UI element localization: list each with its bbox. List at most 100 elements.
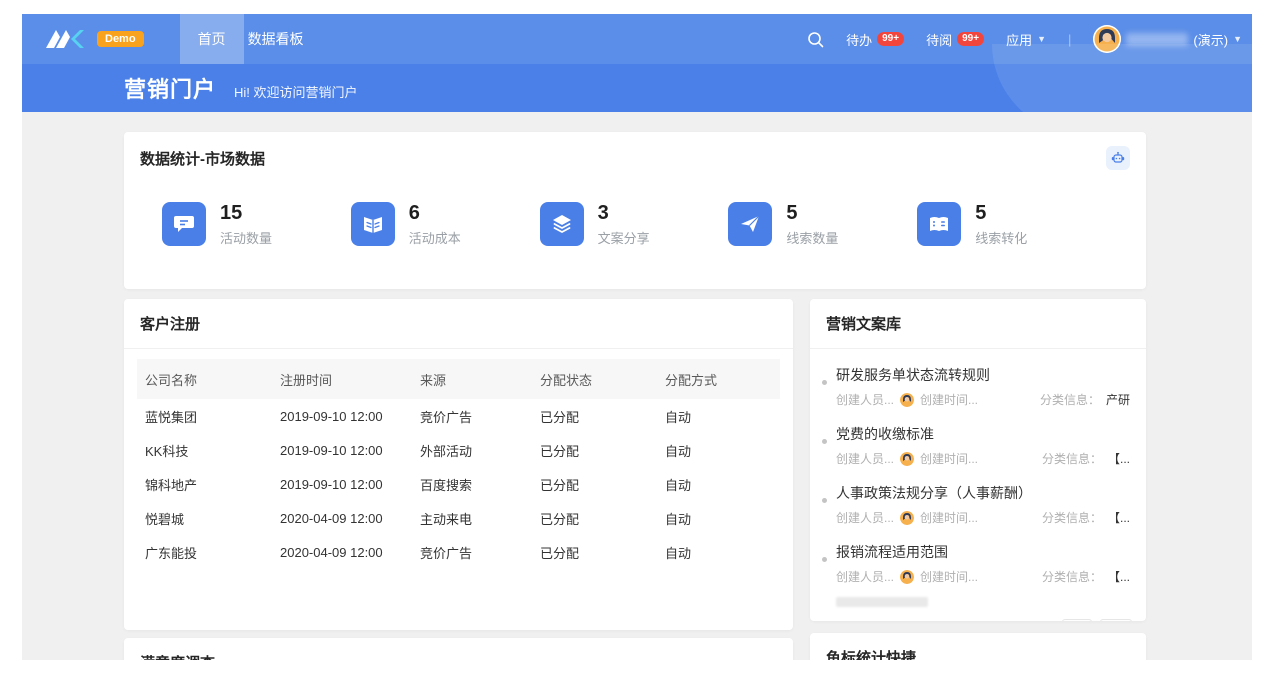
stat-copy-share[interactable]: 3 文案分享 (540, 202, 729, 247)
library-list: 研发服务单状态流转规则 创建人员... 创建时间... 分类信息： 产研 (810, 349, 1146, 607)
time-label: 创建时间... (920, 450, 978, 467)
user-demo-suffix: (演示) (1193, 30, 1228, 49)
tab-home[interactable]: 首页 (180, 14, 244, 64)
time-label: 创建时间... (920, 509, 978, 526)
library-item-meta: 创建人员... 创建时间... 分类信息： 【... (836, 450, 1130, 467)
table-row[interactable]: 广东能投 2020-04-09 12:00 竞价广告 已分配 自动 (137, 535, 780, 569)
list-item[interactable]: 报销流程适用范围 创建人员... 创建时间... 分类信息： 【... (822, 536, 1130, 595)
table-row[interactable]: KK科技 2019-09-10 12:00 外部活动 已分配 自动 (137, 433, 780, 467)
hero-banner: 营销门户 Hi! 欢迎访问营销门户 (22, 64, 1252, 112)
creator-avatar-icon (900, 570, 914, 584)
chevron-down-icon: ▼ (1037, 34, 1046, 44)
creator-label: 创建人员... (836, 509, 894, 526)
apps-label: 应用 (1006, 30, 1032, 49)
user-name-blurred (1126, 33, 1188, 46)
customer-card-header: 客户注册 (124, 299, 793, 349)
bullet-dot-icon (822, 439, 827, 444)
app-window: Demo 首页 数据看板 待办 99+ 待阅 99+ 应用 ▼ (0, 0, 1274, 660)
cell-company: 蓝悦集团 (137, 399, 272, 433)
todo-link[interactable]: 待办 99+ (846, 30, 904, 49)
stat-label: 活动成本 (409, 228, 461, 247)
stats-card-header: 数据统计-市场数据 (124, 132, 1146, 184)
robot-icon[interactable] (1106, 146, 1130, 170)
logo[interactable]: Demo (22, 28, 180, 50)
comment-icon (162, 202, 206, 246)
stat-activity-count[interactable]: 15 活动数量 (162, 202, 351, 247)
cell-method: 自动 (657, 399, 780, 433)
page-title: 营销门户 (124, 72, 216, 104)
stat-activity-cost[interactable]: 6 活动成本 (351, 202, 540, 247)
stat-value: 6 (409, 202, 461, 224)
cell-source: 竞价广告 (412, 535, 532, 569)
add-button[interactable]: + (1062, 619, 1092, 621)
todo-label: 待办 (846, 30, 872, 49)
list-item[interactable]: 人事政策法规分享（人事薪酬） 创建人员... 创建时间... 分类信息： 【..… (822, 477, 1130, 536)
col-register-time: 注册时间 (272, 359, 412, 399)
to-read-label: 待阅 (926, 30, 952, 49)
stat-lead-conversion[interactable]: 5 线索转化 (917, 202, 1106, 247)
creator-avatar-icon (900, 393, 914, 407)
bullet-dot-icon (822, 557, 827, 562)
col-assign-method: 分配方式 (657, 359, 780, 399)
library-item-title: 研发服务单状态流转规则 (836, 365, 1130, 385)
bullet-dot-icon (822, 380, 827, 385)
stat-value: 3 (598, 202, 650, 224)
cell-time: 2019-09-10 12:00 (272, 433, 412, 467)
satisfaction-card-header: 满意度调查 (124, 638, 793, 660)
creator-avatar-icon (900, 511, 914, 525)
stat-label: 文案分享 (598, 228, 650, 247)
nav-divider: | (1068, 32, 1071, 47)
table-row[interactable]: 蓝悦集团 2019-09-10 12:00 竞价广告 已分配 自动 (137, 399, 780, 433)
apps-dropdown[interactable]: 应用 ▼ (1006, 30, 1046, 49)
bullet-dot-icon (822, 498, 827, 503)
cell-method: 自动 (657, 433, 780, 467)
book-icon (351, 202, 395, 246)
truncated-item-placeholder (836, 597, 928, 607)
contact-book-icon (917, 202, 961, 246)
tab-data-dashboard[interactable]: 数据看板 (244, 14, 308, 64)
list-item[interactable]: 研发服务单状态流转规则 创建人员... 创建时间... 分类信息： 产研 (822, 359, 1130, 418)
demo-badge: Demo (97, 31, 144, 47)
cell-time: 2019-09-10 12:00 (272, 399, 412, 433)
category-value: 【... (1108, 450, 1130, 467)
cell-source: 主动来电 (412, 501, 532, 535)
category-value: 【... (1108, 568, 1130, 585)
cell-method: 自动 (657, 535, 780, 569)
mk-logo-icon (44, 28, 90, 50)
library-item-title: 党费的收缴标准 (836, 424, 1130, 444)
stats-card: 数据统计-市场数据 (124, 132, 1146, 289)
to-read-link[interactable]: 待阅 99+ (926, 30, 984, 49)
cell-time: 2020-04-09 12:00 (272, 501, 412, 535)
cell-company: KK科技 (137, 433, 272, 467)
user-chevron-down-icon: ▼ (1233, 34, 1242, 44)
send-icon (728, 202, 772, 246)
library-actions: + ··· (810, 615, 1146, 621)
time-label: 创建时间... (920, 391, 978, 408)
user-menu[interactable]: (演示) ▼ (1093, 25, 1242, 53)
list-item[interactable]: 党费的收缴标准 创建人员... 创建时间... 分类信息： 【... (822, 418, 1130, 477)
portal-content: 数据统计-市场数据 (22, 112, 1252, 660)
cell-company: 悦碧城 (137, 501, 272, 535)
table-row[interactable]: 悦碧城 2020-04-09 12:00 主动来电 已分配 自动 (137, 501, 780, 535)
cell-time: 2019-09-10 12:00 (272, 467, 412, 501)
stat-label: 线索数量 (786, 228, 838, 247)
col-assign-status: 分配状态 (532, 359, 657, 399)
stat-label: 活动数量 (220, 228, 272, 247)
table-row[interactable]: 锦科地产 2019-09-10 12:00 百度搜索 已分配 自动 (137, 467, 780, 501)
goal-stats-card: 鱼标统计快捷 (810, 633, 1146, 660)
library-item-title: 人事政策法规分享（人事薪酬） (836, 483, 1130, 503)
satisfaction-card-title: 满意度调查 (140, 652, 215, 660)
search-icon[interactable] (807, 31, 824, 48)
page-subtitle: Hi! 欢迎访问营销门户 (234, 82, 358, 101)
stat-value: 15 (220, 202, 272, 224)
more-button[interactable]: ··· (1100, 619, 1132, 621)
cell-company: 锦科地产 (137, 467, 272, 501)
library-item-meta: 创建人员... 创建时间... 分类信息： 【... (836, 509, 1130, 526)
library-item-meta: 创建人员... 创建时间... 分类信息： 【... (836, 568, 1130, 585)
copy-library-card: 营销文案库 研发服务单状态流转规则 创建人员... 创建时间... (810, 299, 1146, 621)
stat-lead-count[interactable]: 5 线索数量 (728, 202, 917, 247)
nav-right: 待办 99+ 待阅 99+ 应用 ▼ | (807, 25, 1252, 53)
library-card-header: 营销文案库 (810, 299, 1146, 349)
cell-company: 广东能投 (137, 535, 272, 569)
creator-label: 创建人员... (836, 568, 894, 585)
